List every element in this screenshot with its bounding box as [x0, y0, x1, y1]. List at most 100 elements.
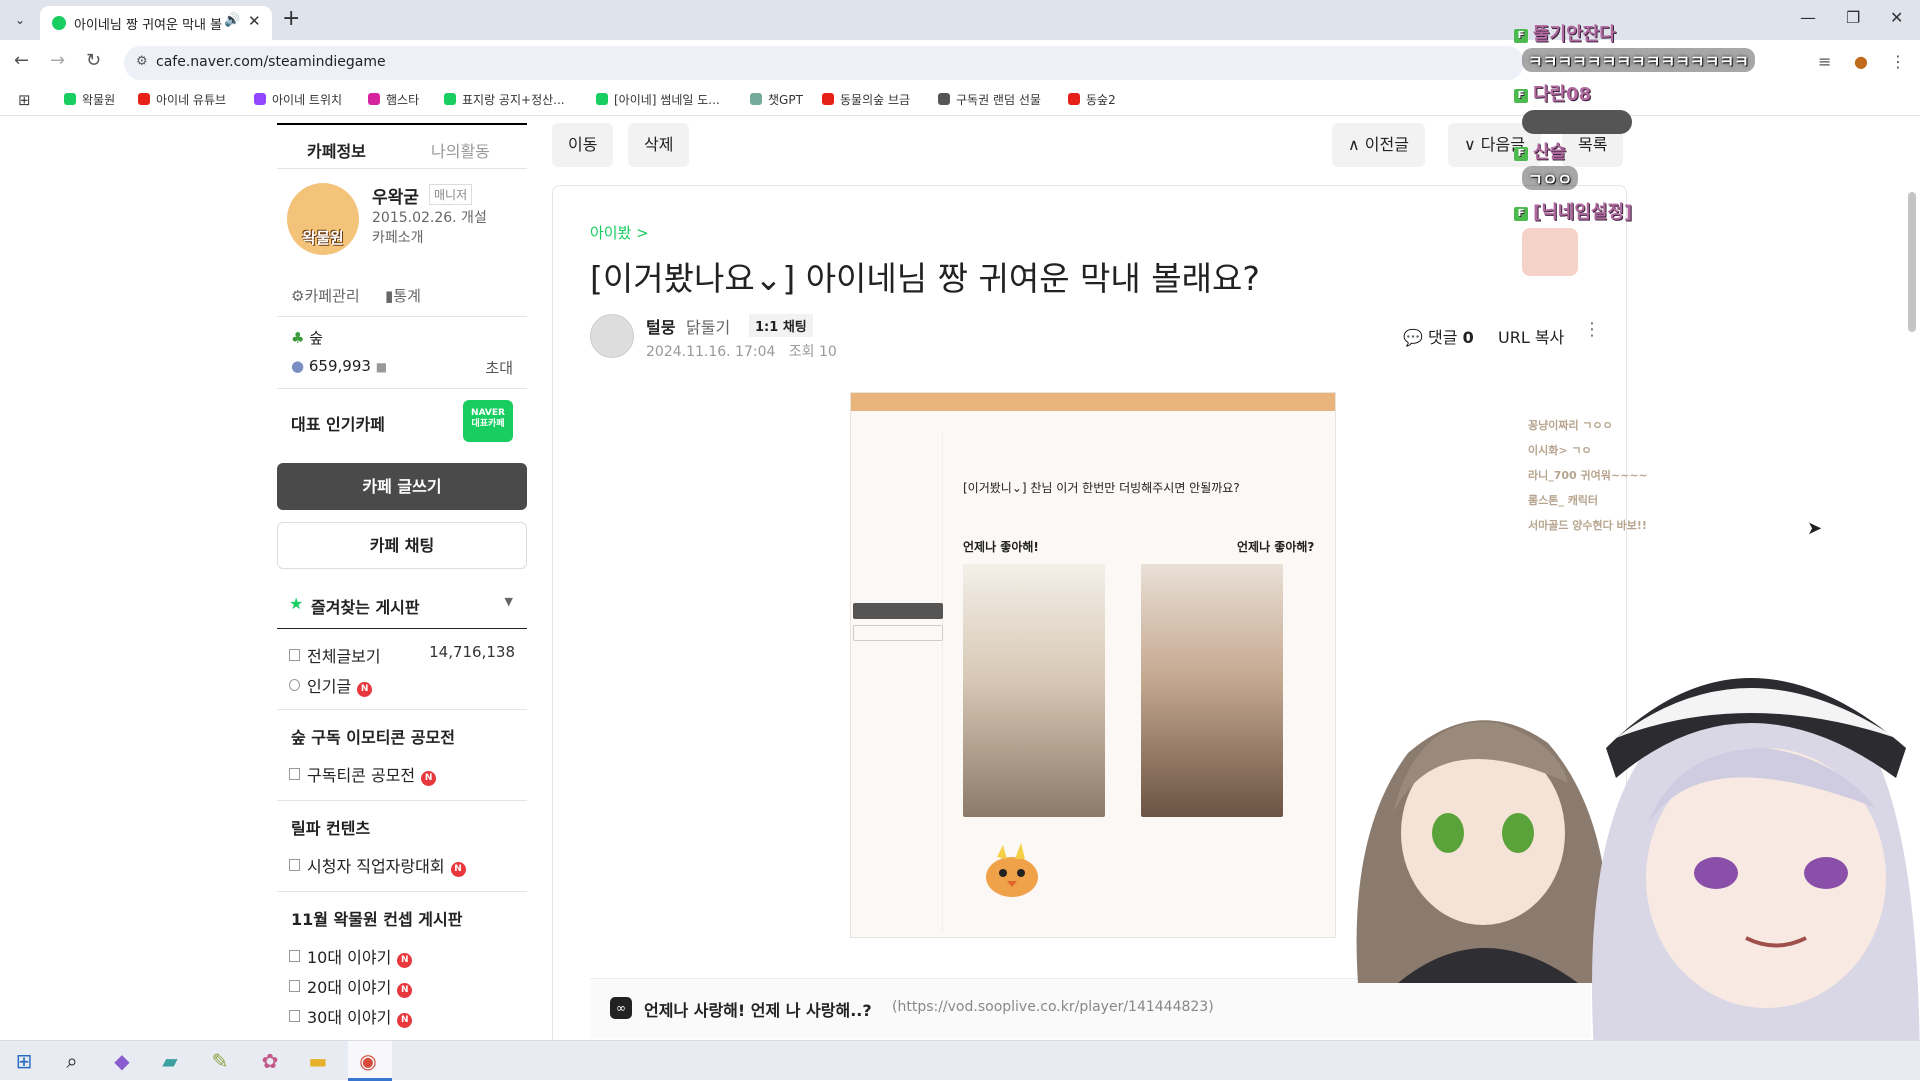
board-icon — [289, 980, 300, 992]
board-icon — [289, 649, 300, 661]
chrome-icon[interactable]: ◉ — [356, 1049, 380, 1073]
board-emoticon-contest[interactable]: 구독티콘 공모전 N — [277, 762, 527, 792]
member-count[interactable]: ● 659,993 ■ — [291, 357, 387, 375]
video-chat-line: 라니_700 귀여워~~~~ — [1528, 469, 1648, 482]
video-caption-right: 언제나 좋아해? — [1237, 540, 1315, 554]
stream-chat-entry: F [닉네임설정] — [1514, 198, 1754, 276]
cafe-intro-link[interactable]: 카페소개 — [372, 227, 424, 247]
tab-search-dropdown-icon[interactable]: ⌄ — [8, 9, 32, 31]
comment-link[interactable]: 💬 댓글 0 — [1403, 324, 1474, 348]
board-icon — [289, 950, 300, 962]
cafe-manager-name[interactable]: 우왁굳 — [372, 183, 419, 208]
bookmark-item[interactable]: 챗GPT — [750, 91, 803, 108]
board-all-posts[interactable]: 전체글보기 14,716,138 — [277, 643, 527, 673]
video-frame[interactable]: [이거봤니⌄] 찬님 이거 한번만 더빙해주시면 안될까요? 언제나 좋아해! … — [850, 392, 1336, 938]
menu-icon[interactable]: ⋮ — [1890, 52, 1906, 71]
new-tab-button[interactable]: + — [282, 6, 300, 31]
one-on-one-chat-button[interactable]: 1:1 채팅 — [749, 314, 813, 337]
scrollbar-thumb[interactable] — [1908, 192, 1916, 332]
emote-row-icon — [1522, 110, 1632, 134]
board-popular[interactable]: 인기글 N — [277, 673, 527, 703]
stream-chat-overlay: F 뚤기안잔다 ㅋㅋㅋㅋㅋㅋㅋㅋㅋㅋㅋㅋㅋㅋㅋ F 다란08 F 산슬 ㄱㅇㅇ F [닉… — [1514, 16, 1755, 276]
bookmark-item[interactable]: 동물의숲 브금 — [822, 91, 910, 108]
author-name[interactable]: 털뭉 — [646, 314, 675, 338]
forward-icon[interactable]: → — [50, 50, 65, 71]
browser-tab[interactable]: 아이네님 짱 귀여운 막내 볼 🔊 ✕ — [40, 6, 272, 40]
board-list-emoticon: 구독티콘 공모전 N — [277, 762, 527, 800]
bookmark-item[interactable]: 햄스타 — [368, 91, 419, 108]
address-bar[interactable]: ⚙ cafe.naver.com/steamindiegame — [124, 46, 1524, 80]
board-job-contest[interactable]: 시청자 직업자랑대회 N — [277, 853, 527, 883]
favorite-boards-header[interactable]: ★ 즐겨찾는 게시판 ▼ — [277, 581, 527, 629]
pen-app-icon[interactable]: ✎ — [208, 1049, 232, 1073]
notes-app-icon[interactable]: ▰ — [158, 1049, 182, 1073]
fan-badge-icon: F — [1514, 89, 1528, 103]
invite-link[interactable]: 초대 — [485, 357, 513, 378]
rep-popular-cafe: 대표 인기카페 NAVER 대표카페 — [277, 389, 527, 453]
speaker-icon[interactable]: 🔊 — [224, 13, 240, 28]
delete-button[interactable]: 삭제 — [628, 123, 690, 167]
video-caption-left: 언제나 좋아해! — [963, 540, 1039, 554]
naver-rep-badge[interactable]: NAVER 대표카페 — [463, 400, 513, 442]
board-twenties[interactable]: 20대 이야기 N — [277, 974, 527, 1004]
bookmark-item[interactable]: 표지랑 공지+정산... — [444, 91, 565, 108]
cafe-members: ♣ 숲 ● 659,993 ■ 초대 — [277, 317, 527, 389]
move-button[interactable]: 이동 — [552, 123, 614, 167]
windows-start-icon[interactable]: ⊞ — [12, 1049, 36, 1073]
tab-search-icon[interactable]: ≡ — [1818, 52, 1831, 71]
stream-chat-entry: F 산슬 ㄱㅇㅇ — [1514, 138, 1754, 194]
tab-cafe-info[interactable]: 카페정보 — [307, 138, 366, 162]
cafe-chat-button[interactable]: 카페 채팅 — [277, 522, 527, 569]
sidebar-tabs: 카페정보 나의활동 — [277, 123, 527, 169]
site-info-icon[interactable]: ⚙ — [136, 54, 148, 69]
cafe-logo-text: 왁물원 — [302, 229, 344, 247]
board-link[interactable]: 아이봤 > — [590, 222, 649, 243]
board-thirties[interactable]: 30대 이야기 N — [277, 1004, 527, 1034]
soop-play-icon: ∞ — [610, 997, 632, 1019]
minimize-icon[interactable]: — — [1800, 8, 1816, 27]
bookmark-item[interactable]: 동숲2 — [1068, 91, 1116, 108]
restore-icon[interactable]: ❐ — [1846, 8, 1860, 27]
back-icon[interactable]: ← — [14, 50, 29, 71]
bookmark-item[interactable]: [아이네] 썸네일 도... — [596, 91, 720, 108]
bookmark-item[interactable]: 구독권 랜덤 선물 — [938, 91, 1041, 108]
naver-cafe-favicon-icon — [52, 16, 66, 30]
popular-icon — [289, 679, 300, 691]
chat-message: ㄱㅇㅇ — [1522, 166, 1579, 190]
reload-icon[interactable]: ↻ — [86, 50, 101, 71]
url-text[interactable]: cafe.naver.com/steamindiegame — [156, 54, 386, 70]
url-copy-button[interactable]: URL 복사 — [1498, 324, 1564, 348]
copilot-icon[interactable]: ◆ — [110, 1049, 134, 1073]
cafe-stats-link[interactable]: ▮통계 — [385, 285, 421, 306]
video-url[interactable]: (https://vod.sooplive.co.kr/player/14144… — [892, 999, 1214, 1015]
video-link-bar[interactable]: ∞ 언제나 사랑해! 언제 나 사랑해..? (https://vod.soop… — [590, 978, 1591, 1038]
close-window-icon[interactable]: ✕ — [1890, 8, 1903, 27]
bookmark-item[interactable]: 아이네 트위치 — [254, 91, 342, 108]
search-icon[interactable]: ⌕ — [60, 1049, 84, 1073]
fan-badge-icon: F — [1514, 207, 1528, 221]
bookmark-item[interactable]: 아이네 유튜브 — [138, 91, 226, 108]
tree-icon: ♣ — [291, 329, 305, 347]
cafe-logo[interactable]: 왁물원 — [287, 183, 359, 255]
close-tab-icon[interactable]: ✕ — [248, 12, 261, 30]
video-title[interactable]: 언제나 사랑해! 언제 나 사랑해..? — [644, 997, 872, 1021]
prev-post-button[interactable]: ∧ 이전글 — [1332, 123, 1425, 167]
new-badge: N — [450, 862, 466, 877]
avatar[interactable] — [590, 314, 634, 358]
paint-app-icon[interactable]: ✿ — [258, 1049, 282, 1073]
chevron-down-icon[interactable]: ▼ — [505, 595, 513, 608]
board-icon — [289, 1010, 300, 1022]
apps-grid-icon[interactable]: ⊞ — [18, 91, 31, 109]
gear-icon: ⚙ — [291, 287, 305, 305]
extension-icon[interactable]: ● — [1854, 52, 1868, 71]
board-teens[interactable]: 10대 이야기 N — [277, 944, 527, 974]
file-explorer-icon[interactable]: ▬ — [306, 1049, 330, 1073]
cafe-write-button[interactable]: 카페 글쓰기 — [277, 463, 527, 510]
tab-my-activity[interactable]: 나의활동 — [431, 138, 490, 162]
more-options-icon[interactable]: ⋮ — [1583, 319, 1601, 340]
youtube-icon — [1068, 93, 1080, 105]
chat-username: F 뚤기안잔다 — [1514, 20, 1754, 46]
bookmark-item[interactable]: 왁물원 — [64, 91, 115, 108]
cafe-manage-link[interactable]: ⚙카페관리 — [291, 285, 360, 306]
twitch-icon — [254, 93, 266, 105]
